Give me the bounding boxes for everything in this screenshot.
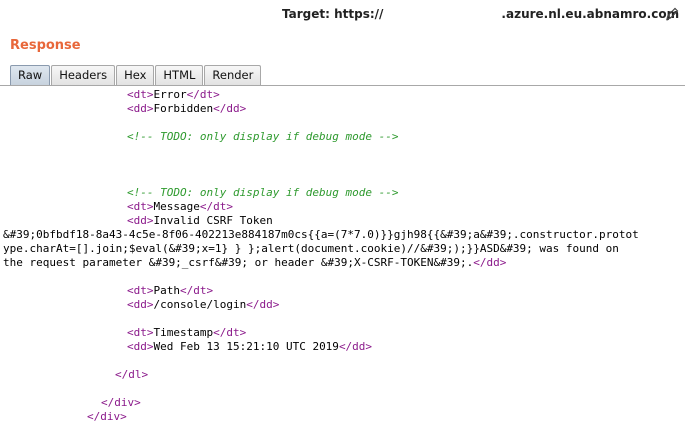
response-title: Response <box>10 38 81 53</box>
code-line: <dd>Invalid CSRF Token <box>127 214 273 227</box>
tab-render[interactable]: Render <box>204 65 262 85</box>
tab-html[interactable]: HTML <box>155 65 204 85</box>
code-line: </div> <box>101 396 141 409</box>
pencil-icon[interactable] <box>664 6 680 22</box>
code-line: <dt>Path</dt> <box>127 284 214 297</box>
code-line: &#39;0bfbdf18-8a43-4c5e-8f06-402213e8841… <box>3 228 639 241</box>
code-line: </div> <box>87 410 127 423</box>
tab-raw[interactable]: Raw <box>10 65 51 85</box>
code-line: <dd>Forbidden</dd> <box>127 102 247 115</box>
redacted-host <box>383 9 501 21</box>
target-label: Target: https:// <box>282 7 384 21</box>
code-comment: <!-- TODO: only display if debug mode --… <box>127 186 399 199</box>
response-tabs: Raw Headers Hex HTML Render <box>10 64 262 86</box>
code-line: <dd>/console/login</dd> <box>127 298 280 311</box>
code-line: <dt>Timestamp</dt> <box>127 326 247 339</box>
target-host: .azure.nl.eu.abnamro.com <box>501 7 680 21</box>
top-bar: Target: https:// .azure.nl.eu.abnamro.com… <box>0 0 685 90</box>
target-url: Target: https:// .azure.nl.eu.abnamro.com <box>282 7 679 21</box>
response-body-editor[interactable]: <dt>Error</dt> <dd>Forbidden</dd> <!-- T… <box>0 86 685 432</box>
code-line: </dl> <box>115 368 149 381</box>
code-line: ype.charAt=[].join;$eval(&#39;x=1} } };a… <box>3 242 619 255</box>
tab-headers[interactable]: Headers <box>51 65 116 85</box>
code-line: <dd>Wed Feb 13 15:21:10 UTC 2019</dd> <box>127 340 373 353</box>
code-line: <dt>Error</dt> <box>127 88 220 101</box>
code-line: <dt>Message</dt> <box>127 200 233 213</box>
code-line: the request parameter &#39;_csrf&#39; or… <box>3 256 507 269</box>
code-comment: <!-- TODO: only display if debug mode --… <box>127 130 399 143</box>
tab-hex[interactable]: Hex <box>116 65 155 85</box>
